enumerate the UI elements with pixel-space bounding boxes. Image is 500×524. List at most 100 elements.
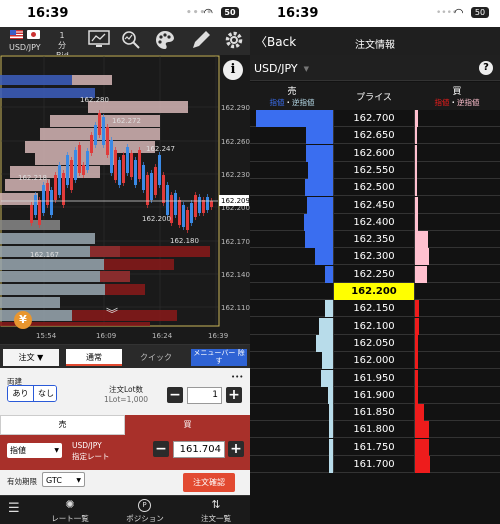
sell-volume-cell — [250, 352, 334, 370]
more-icon[interactable]: ••• — [231, 373, 243, 381]
sell-tab[interactable]: 売 — [0, 415, 125, 435]
buy-volume-cell — [414, 438, 500, 456]
orderbook-row[interactable]: 162.150 — [250, 300, 500, 318]
palette-icon[interactable] — [154, 30, 176, 52]
order-confirm-button[interactable]: 注文確認 — [183, 473, 235, 492]
current-price-cell: 162.200 — [334, 283, 414, 300]
candle-body — [190, 203, 193, 223]
candle-body — [82, 165, 85, 175]
orderbook-row[interactable]: 161.950 — [250, 369, 500, 387]
lot-minus-button[interactable]: − — [167, 387, 183, 403]
rate-pair-label: USD/JPY — [72, 441, 102, 450]
orderbook-row[interactable]: 162.300 — [250, 248, 500, 266]
buy-volume-bar — [415, 213, 418, 231]
price-cell: 162.150 — [353, 303, 395, 315]
current-price-row[interactable]: 162.200 — [250, 283, 500, 300]
orderbook-row[interactable]: 162.550 — [250, 161, 500, 179]
orderbook-row[interactable]: 162.100 — [250, 317, 500, 335]
orderbook-row[interactable]: 161.900 — [250, 386, 500, 404]
price-cell: 162.450 — [353, 199, 395, 211]
status-time: 16:39 — [277, 6, 319, 21]
tab-menubar-hide[interactable]: メニューバー 除す — [191, 349, 247, 366]
buy-volume-cell — [414, 369, 500, 387]
orderbook-row[interactable]: 162.250 — [250, 265, 500, 283]
orderbook-row[interactable]: 162.650 — [250, 127, 500, 145]
sell-volume-bar — [324, 265, 333, 283]
candle-body — [58, 165, 61, 195]
orderbook-row[interactable]: 162.000 — [250, 352, 500, 370]
ryodate-toggle[interactable]: あり なし — [7, 385, 57, 402]
nav-rates[interactable]: レート一覧 — [45, 513, 95, 524]
pair-value: USD/JPY — [254, 62, 298, 75]
price-cell: 162.000 — [353, 355, 395, 367]
orderbook-row[interactable]: 161.850 — [250, 404, 500, 422]
price-plus-button[interactable]: + — [228, 441, 244, 457]
candle-body — [94, 125, 97, 145]
pencil-icon[interactable] — [190, 30, 212, 52]
candle-body — [198, 197, 201, 213]
pair-selector[interactable]: USD/JPY ▼ — [254, 62, 309, 75]
tab-order[interactable]: 注文 ▼ — [3, 349, 59, 366]
buy-volume-cell — [414, 110, 500, 127]
price-input[interactable]: 161.704 — [173, 441, 225, 458]
lot-label: 注文Lot数 — [108, 385, 144, 394]
buy-volume-bar — [415, 456, 431, 473]
caret-down-icon: ▼ — [303, 65, 309, 73]
candle-body — [130, 153, 133, 177]
nav-orders[interactable]: 注文一覧 — [193, 513, 239, 524]
menu-icon[interactable]: ☰ — [8, 501, 20, 516]
orderbook-row[interactable]: 162.450 — [250, 196, 500, 214]
lot-input[interactable]: 1 — [187, 387, 222, 404]
buy-volume-cell — [414, 404, 500, 422]
orderbook-row[interactable]: 162.050 — [250, 334, 500, 352]
buy-volume-cell — [414, 421, 500, 439]
sell-volume-cell — [250, 127, 334, 145]
candle-body — [166, 185, 169, 215]
expiry-select[interactable]: GTC ▼ — [42, 472, 85, 487]
x-tick-label: 16:09 — [96, 332, 116, 340]
buy-tab[interactable]: 買 — [125, 415, 250, 435]
toggle-on[interactable]: あり — [8, 386, 33, 401]
gear-icon[interactable] — [223, 30, 245, 52]
orderbook-row[interactable]: 162.350 — [250, 231, 500, 249]
price-cell: 161.700 — [353, 459, 395, 470]
price-annotation: 162.180 — [170, 237, 199, 245]
toggle-off[interactable]: なし — [33, 386, 56, 401]
yen-icon[interactable]: ¥ — [14, 311, 32, 329]
orderbook-row[interactable]: 162.700 — [250, 110, 500, 127]
order-volume-bar — [90, 246, 210, 257]
chart-settings-icon[interactable] — [88, 30, 110, 52]
buy-volume-bar — [415, 196, 418, 214]
orderbook-row[interactable]: 161.800 — [250, 421, 500, 439]
candle-body — [98, 113, 101, 135]
pair-label[interactable]: USD/JPY — [9, 43, 41, 52]
tab-normal[interactable]: 通常 — [66, 349, 122, 366]
sell-legend-dot: ・ — [284, 98, 293, 107]
tab-quick[interactable]: クイック — [128, 349, 184, 366]
price-minus-button[interactable]: − — [153, 441, 169, 457]
candle-body — [178, 200, 181, 225]
buy-volume-bar — [415, 265, 428, 283]
orderbook-row[interactable]: 162.400 — [250, 213, 500, 231]
orderbook-row[interactable]: 162.600 — [250, 144, 500, 162]
orderbook-row[interactable]: 162.500 — [250, 179, 500, 197]
nav-positions[interactable]: ポジション — [122, 513, 168, 524]
buy-volume-bar — [415, 231, 428, 249]
trading-screen: 16:39 •••• ◠ 50 USD/JPY 1分 Bid 162.29016… — [0, 0, 250, 524]
buy-limit-legend: 指値 — [434, 98, 450, 107]
orderbook-row[interactable]: 161.750 — [250, 438, 500, 456]
buy-volume-cell — [414, 317, 500, 335]
order-type-select[interactable]: 指値 ▼ — [7, 443, 62, 458]
order-volume-bar — [72, 310, 177, 321]
help-icon[interactable]: ? — [479, 61, 493, 75]
price-chart[interactable]: 162.290 162.260 162.230 162.200 162.170 162.1… — [0, 55, 250, 345]
orderbook-row[interactable]: 161.700 — [250, 456, 500, 473]
indicator-icon[interactable] — [120, 30, 142, 52]
chevron-down-icon[interactable]: ︾ — [106, 308, 118, 320]
info-icon[interactable]: i — [223, 60, 243, 80]
candle-body — [142, 165, 145, 190]
sell-volume-cell — [250, 265, 334, 283]
wifi-icon: ◠ — [454, 6, 464, 19]
lot-plus-button[interactable]: + — [226, 387, 242, 403]
order-volume-bar — [0, 75, 72, 85]
